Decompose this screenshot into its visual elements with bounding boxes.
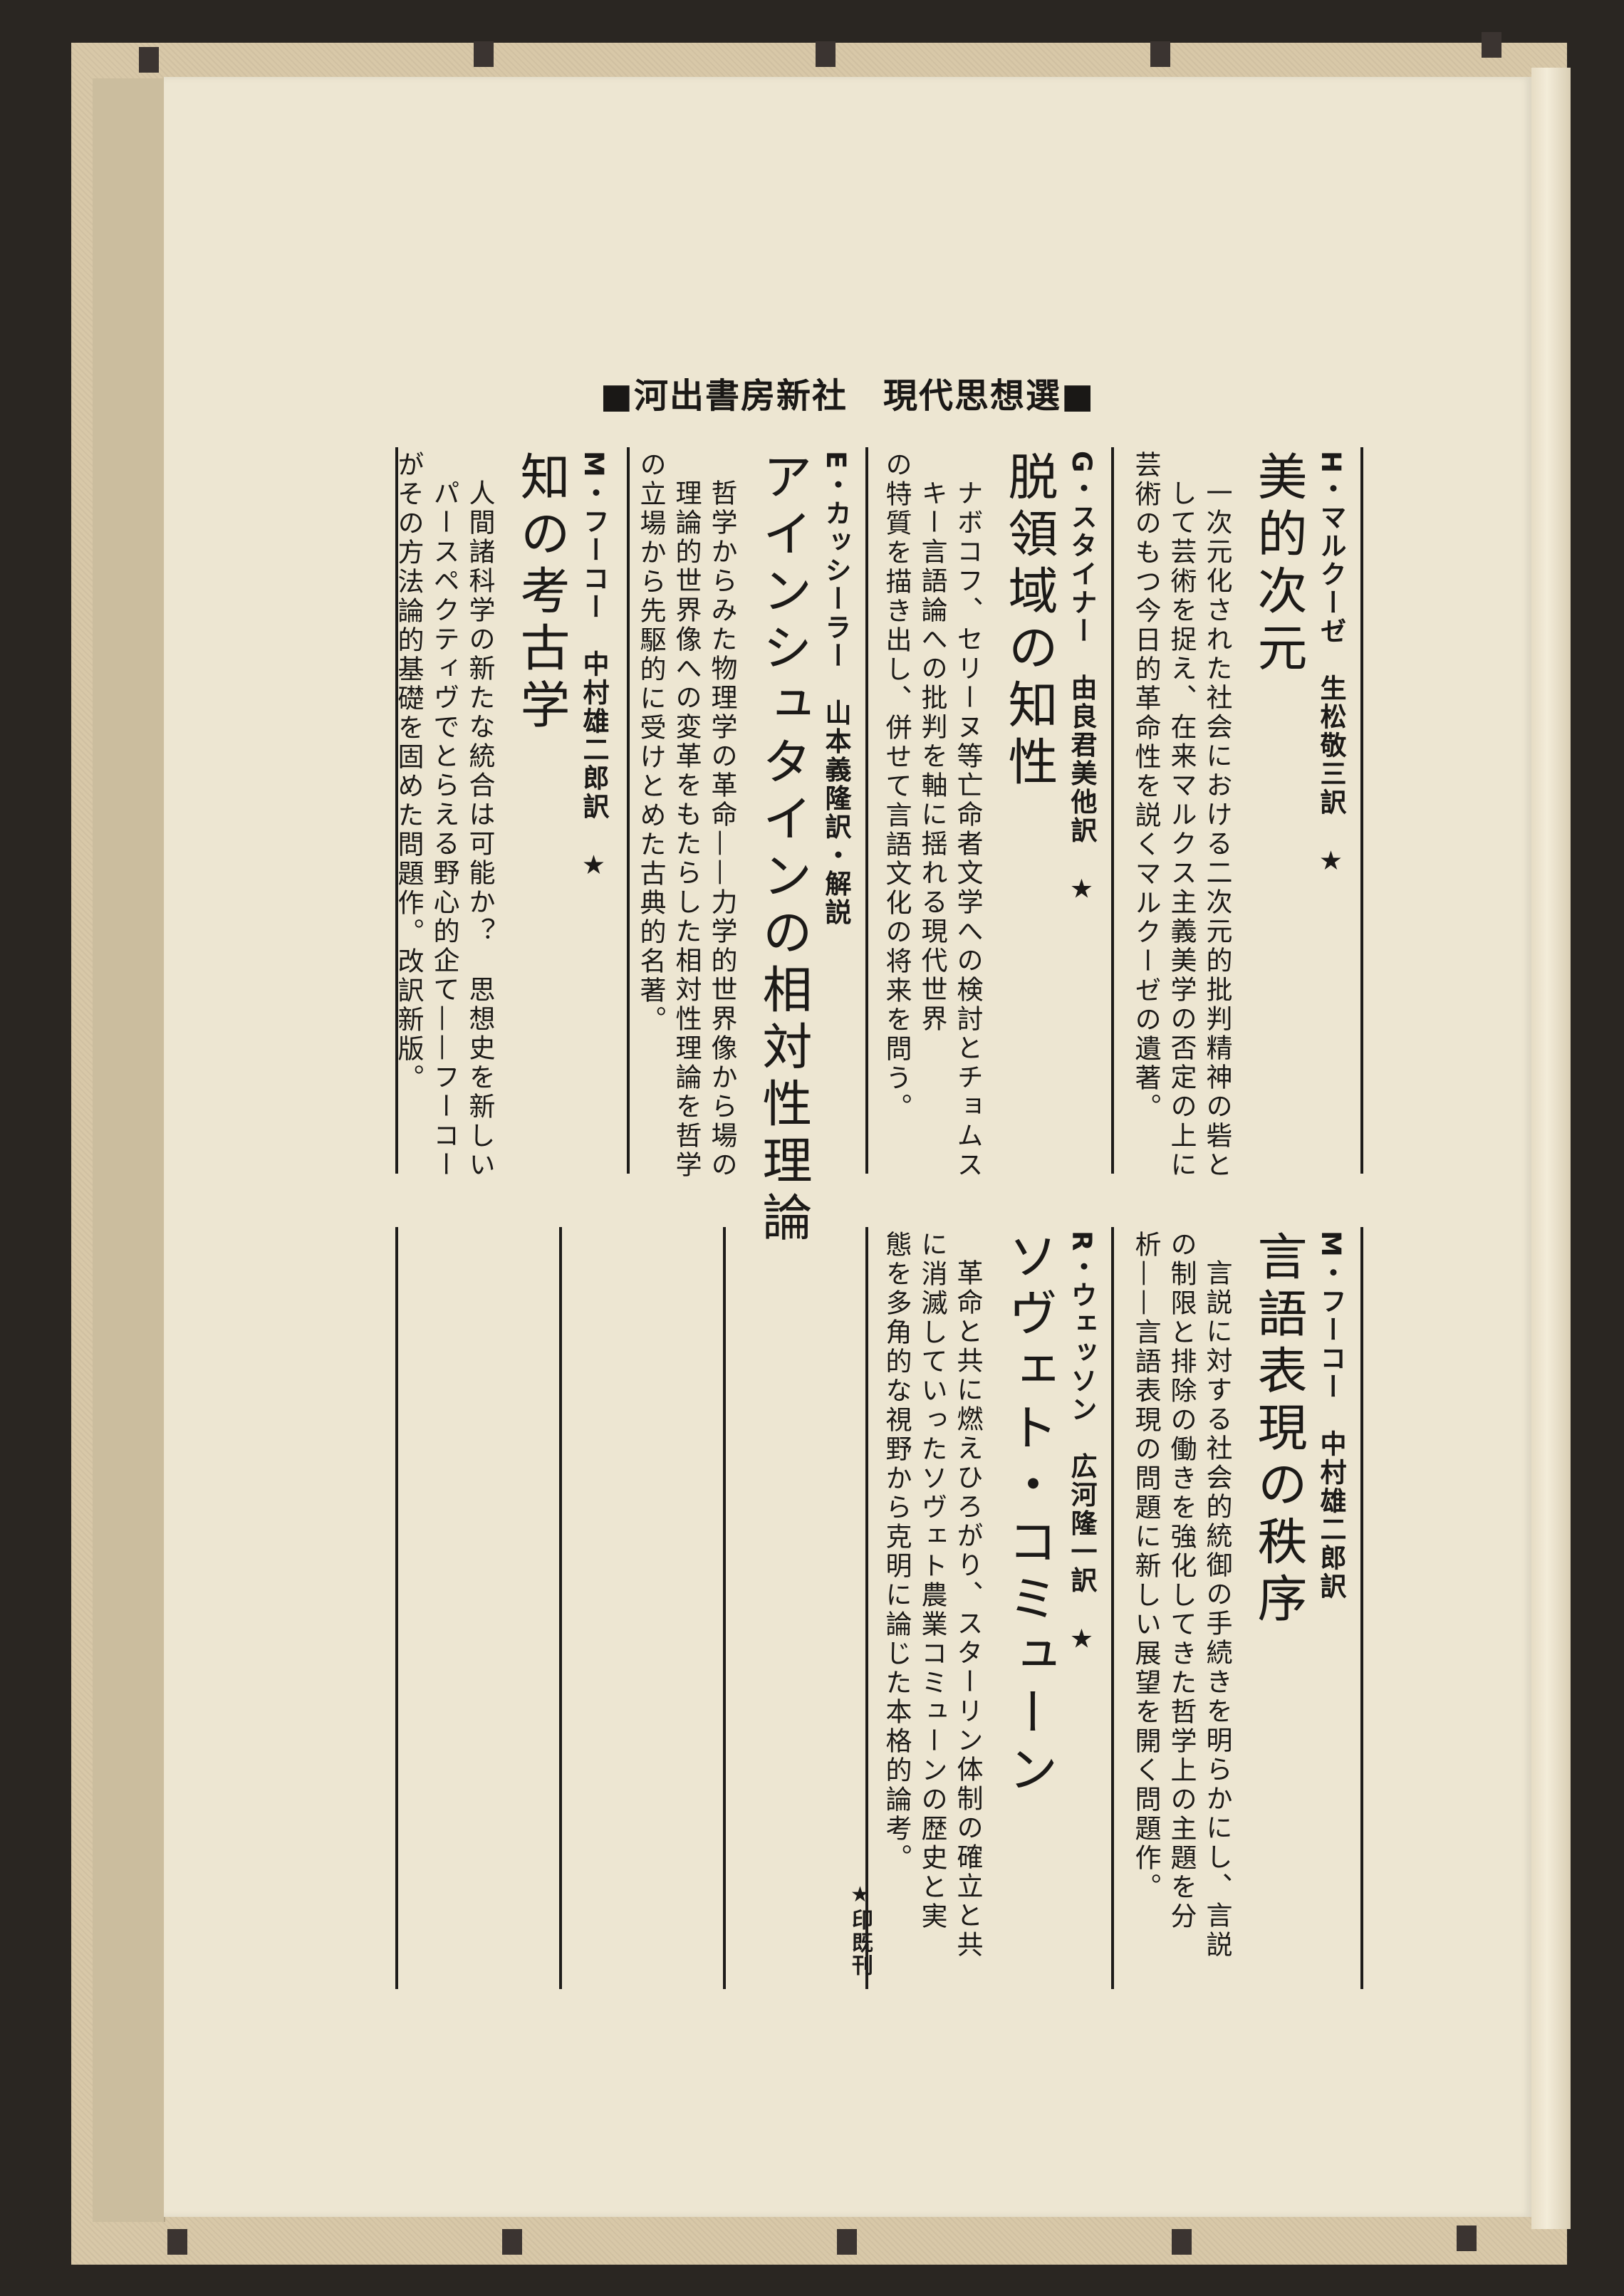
column-rule: [1360, 447, 1363, 1174]
binding-mark: [474, 41, 494, 67]
book-page: ■河出書房新社 現代思想選■ H・マルクーゼ 生松敬三訳 ★ 美的次元 一次元化…: [164, 77, 1531, 2217]
book-description-line: 革命と共に燃えひろがり、スターリン体制の確立と共: [952, 1259, 983, 1960]
binding-mark: [139, 47, 159, 73]
book-title: 知の考古学: [512, 451, 571, 736]
book-title: 言語表現の秩序: [1249, 1231, 1308, 1629]
book-description-line: 芸術のもつ今日的革命性を説くマルクーゼの遺著。: [1130, 451, 1161, 1122]
book-description-line: 態を多角的な視野から克明に論じた本格的論考。: [881, 1231, 912, 1873]
binding-mark: [1482, 32, 1501, 58]
book-description-line: の制限と排除の働きを強化してきた哲学上の主題を分: [1166, 1231, 1197, 1931]
column-rule: [395, 1227, 398, 1989]
book-description-line: 哲学からみた物理学の革命——力学的世界像から場の: [707, 479, 737, 1180]
binding-mark: [1172, 2229, 1192, 2255]
book-description-line: 理論的世界像への変革をもたらした相対性理論を哲学: [671, 479, 702, 1180]
book-author: M・フーコー 中村雄二郎訳: [1316, 1231, 1346, 1601]
binding-mark: [816, 41, 836, 67]
footnote-published-mark: ★印既刊: [848, 1882, 873, 1977]
binding-mark: [837, 2229, 857, 2255]
binding-mark: [502, 2229, 522, 2255]
book-description-line: の立場から先駆的に受けとめた古典的名著。: [635, 451, 666, 1035]
column-rule: [865, 447, 868, 1174]
book-title: 美的次元: [1249, 451, 1308, 679]
column-rule: [723, 1227, 726, 1989]
book-author: R・ウェッソン 広河隆一訳 ★: [1066, 1231, 1097, 1656]
book-author: H・マルクーゼ 生松敬三訳 ★: [1316, 451, 1346, 878]
binding-mark: [167, 2229, 187, 2255]
book-description-line: 一次元化された社会における二次元的批判精神の砦と: [1202, 479, 1232, 1180]
column-rule: [395, 447, 398, 1174]
book-description-line: 析——言語表現の問題に新しい展望を開く問題作。: [1130, 1231, 1161, 1902]
page-edge: [1531, 68, 1571, 2229]
inner-binding-strip: [93, 78, 165, 2222]
book-title: ソヴェト・コミューン: [1000, 1231, 1058, 1800]
binding-mark: [1150, 41, 1170, 67]
book-description-line: 人間諸科学の新たな統合は可能か？ 思想史を新しい: [464, 479, 495, 1180]
binding-mark: [1457, 2225, 1477, 2251]
column-rule: [1111, 447, 1114, 1174]
book-author: G・スタイナー 由良君美他訳 ★: [1066, 451, 1097, 907]
column-rule: [1360, 1227, 1363, 1989]
book-description-line: の特質を描き出し、併せて言語文化の将来を問う。: [881, 451, 912, 1122]
page-header: ■河出書房新社 現代思想選■: [600, 376, 1095, 416]
book-description-line: ナボコフ、セリーヌ等亡命者文学への検討とチョムス: [952, 479, 983, 1180]
book-author: M・フーコー 中村雄二郎訳 ★: [578, 451, 609, 882]
column-rule: [865, 1227, 868, 1989]
book-description-line: キー言語論への批判を軸に揺れる現代世界: [917, 479, 947, 1034]
book-author: E・カッシーラー 山本義隆訳・解説: [821, 451, 851, 927]
book-title: アインシュタインの相対性理論: [754, 451, 813, 1248]
book-description-line: に消滅していったソヴェト農業コミューンの歴史と実: [917, 1231, 947, 1931]
book-description-line: して芸術を捉え、在来マルクス主義美学の否定の上に: [1166, 479, 1197, 1180]
column-rule: [559, 1227, 562, 1989]
column-rule: [627, 447, 630, 1174]
book-description-line: パースペクティヴでとらえる野心的企て——フーコー: [429, 479, 459, 1180]
book-description-line: がその方法論的基礎を固めた問題作。改訳新版。: [393, 451, 424, 1093]
book-title: 脱領域の知性: [1000, 451, 1058, 793]
book-description-line: 言説に対する社会的統御の手続きを明らかにし、言説: [1202, 1259, 1232, 1960]
column-rule: [1111, 1227, 1114, 1989]
